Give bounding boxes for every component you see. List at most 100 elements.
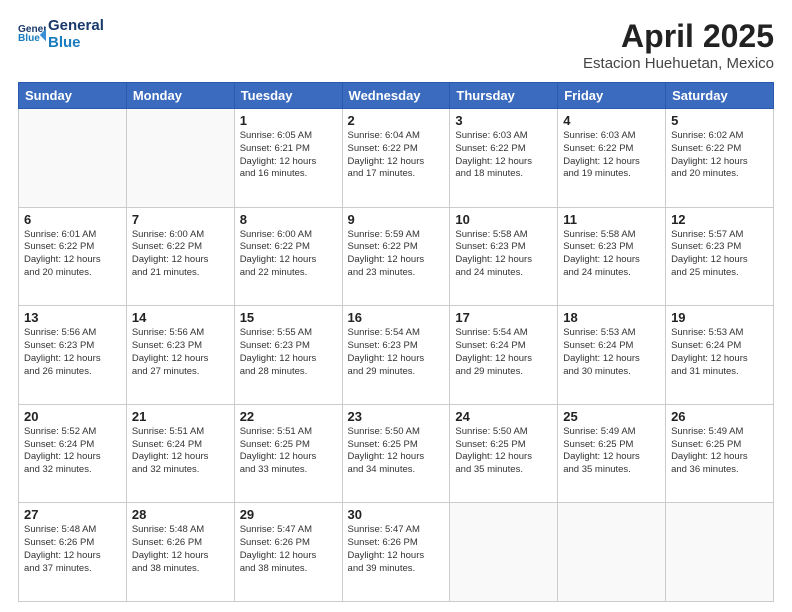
- col-header-wednesday: Wednesday: [342, 83, 450, 109]
- cell-info: Sunrise: 5:59 AM Sunset: 6:22 PM Dayligh…: [348, 229, 445, 280]
- calendar-table: SundayMondayTuesdayWednesdayThursdayFrid…: [18, 82, 774, 602]
- day-number: 19: [671, 310, 768, 325]
- cell-info: Sunrise: 6:04 AM Sunset: 6:22 PM Dayligh…: [348, 130, 445, 181]
- calendar-cell: [126, 109, 234, 208]
- cell-info: Sunrise: 5:50 AM Sunset: 6:25 PM Dayligh…: [455, 426, 552, 477]
- calendar-cell: 5Sunrise: 6:02 AM Sunset: 6:22 PM Daylig…: [666, 109, 774, 208]
- day-number: 6: [24, 212, 121, 227]
- calendar-cell: 8 Sunrise: 6:00 AM Sunset: 6:22 PM Daylig…: [234, 207, 342, 306]
- calendar-cell: 16 Sunrise: 5:54 AM Sunset: 6:23 PM Dayli…: [342, 306, 450, 405]
- calendar-week-row: 27 Sunrise: 5:48 AM Sunset: 6:26 PM Dayli…: [19, 503, 774, 602]
- calendar-cell: 26Sunrise: 5:49 AM Sunset: 6:25 PM Dayli…: [666, 404, 774, 503]
- calendar-cell: 24 Sunrise: 5:50 AM Sunset: 6:25 PM Dayli…: [450, 404, 558, 503]
- calendar-header-row: SundayMondayTuesdayWednesdayThursdayFrid…: [19, 83, 774, 109]
- svg-text:Blue: Blue: [18, 33, 40, 44]
- page: General Blue General Blue April 2025 Est…: [0, 0, 792, 612]
- calendar-cell: 10 Sunrise: 5:58 AM Sunset: 6:23 PM Dayli…: [450, 207, 558, 306]
- calendar-cell: 1Sunrise: 6:05 AM Sunset: 6:21 PM Daylig…: [234, 109, 342, 208]
- cell-info: Sunrise: 5:48 AM Sunset: 6:26 PM Dayligh…: [24, 524, 121, 575]
- day-number: 7: [132, 212, 229, 227]
- day-number: 29: [240, 507, 337, 522]
- col-header-thursday: Thursday: [450, 83, 558, 109]
- day-number: 13: [24, 310, 121, 325]
- cell-info: Sunrise: 5:54 AM Sunset: 6:23 PM Dayligh…: [348, 327, 445, 378]
- cell-info: Sunrise: 5:56 AM Sunset: 6:23 PM Dayligh…: [132, 327, 229, 378]
- cell-info: Sunrise: 5:53 AM Sunset: 6:24 PM Dayligh…: [563, 327, 660, 378]
- calendar-cell: 14 Sunrise: 5:56 AM Sunset: 6:23 PM Dayli…: [126, 306, 234, 405]
- cell-info: Sunrise: 5:55 AM Sunset: 6:23 PM Dayligh…: [240, 327, 337, 378]
- col-header-tuesday: Tuesday: [234, 83, 342, 109]
- cell-info: Sunrise: 5:51 AM Sunset: 6:24 PM Dayligh…: [132, 426, 229, 477]
- cell-info: Sunrise: 5:57 AM Sunset: 6:23 PM Dayligh…: [671, 229, 768, 280]
- cell-info: Sunrise: 5:49 AM Sunset: 6:25 PM Dayligh…: [563, 426, 660, 477]
- cell-info: Sunrise: 5:58 AM Sunset: 6:23 PM Dayligh…: [563, 229, 660, 280]
- day-number: 14: [132, 310, 229, 325]
- calendar-cell: 12 Sunrise: 5:57 AM Sunset: 6:23 PM Dayli…: [666, 207, 774, 306]
- cell-info: Sunrise: 5:48 AM Sunset: 6:26 PM Dayligh…: [132, 524, 229, 575]
- day-number: 18: [563, 310, 660, 325]
- day-number: 20: [24, 409, 121, 424]
- day-number: 2: [348, 113, 445, 128]
- cell-info: Sunrise: 6:00 AM Sunset: 6:22 PM Dayligh…: [132, 229, 229, 280]
- day-number: 12: [671, 212, 768, 227]
- cell-info: Sunrise: 6:00 AM Sunset: 6:22 PM Dayligh…: [240, 229, 337, 280]
- day-number: 28: [132, 507, 229, 522]
- calendar-cell: 30 Sunrise: 5:47 AM Sunset: 6:26 PM Dayli…: [342, 503, 450, 602]
- calendar-cell: 19 Sunrise: 5:53 AM Sunset: 6:24 PM Dayli…: [666, 306, 774, 405]
- calendar-cell: [450, 503, 558, 602]
- month-title: April 2025: [583, 18, 774, 55]
- cell-info: Sunrise: 5:50 AM Sunset: 6:25 PM Dayligh…: [348, 426, 445, 477]
- col-header-sunday: Sunday: [19, 83, 127, 109]
- calendar-cell: [558, 503, 666, 602]
- cell-info: Sunrise: 5:51 AM Sunset: 6:25 PM Dayligh…: [240, 426, 337, 477]
- calendar-cell: 20 Sunrise: 5:52 AM Sunset: 6:24 PM Dayli…: [19, 404, 127, 503]
- calendar-cell: 22 Sunrise: 5:51 AM Sunset: 6:25 PM Dayli…: [234, 404, 342, 503]
- day-number: 16: [348, 310, 445, 325]
- col-header-friday: Friday: [558, 83, 666, 109]
- calendar-cell: 18 Sunrise: 5:53 AM Sunset: 6:24 PM Dayli…: [558, 306, 666, 405]
- calendar-week-row: 13 Sunrise: 5:56 AM Sunset: 6:23 PM Dayli…: [19, 306, 774, 405]
- day-number: 3: [455, 113, 552, 128]
- cell-info: Sunrise: 5:56 AM Sunset: 6:23 PM Dayligh…: [24, 327, 121, 378]
- calendar-cell: 2 Sunrise: 6:04 AM Sunset: 6:22 PM Daylig…: [342, 109, 450, 208]
- cell-info: Sunrise: 5:52 AM Sunset: 6:24 PM Dayligh…: [24, 426, 121, 477]
- day-number: 24: [455, 409, 552, 424]
- calendar-cell: 27 Sunrise: 5:48 AM Sunset: 6:26 PM Dayli…: [19, 503, 127, 602]
- logo-blue: Blue: [48, 35, 104, 52]
- calendar-cell: 11 Sunrise: 5:58 AM Sunset: 6:23 PM Dayli…: [558, 207, 666, 306]
- day-number: 10: [455, 212, 552, 227]
- day-number: 15: [240, 310, 337, 325]
- cell-info: Sunrise: 5:58 AM Sunset: 6:23 PM Dayligh…: [455, 229, 552, 280]
- day-number: 30: [348, 507, 445, 522]
- calendar-cell: 4 Sunrise: 6:03 AM Sunset: 6:22 PM Daylig…: [558, 109, 666, 208]
- day-number: 23: [348, 409, 445, 424]
- day-number: 8: [240, 212, 337, 227]
- day-number: 17: [455, 310, 552, 325]
- day-number: 22: [240, 409, 337, 424]
- day-number: 4: [563, 113, 660, 128]
- cell-info: Sunrise: 6:01 AM Sunset: 6:22 PM Dayligh…: [24, 229, 121, 280]
- calendar-week-row: 6 Sunrise: 6:01 AM Sunset: 6:22 PM Daylig…: [19, 207, 774, 306]
- cell-info: Sunrise: 5:47 AM Sunset: 6:26 PM Dayligh…: [240, 524, 337, 575]
- location: Estacion Huehuetan, Mexico: [583, 55, 774, 72]
- calendar-week-row: 20 Sunrise: 5:52 AM Sunset: 6:24 PM Dayli…: [19, 404, 774, 503]
- cell-info: Sunrise: 6:03 AM Sunset: 6:22 PM Dayligh…: [563, 130, 660, 181]
- logo: General Blue General Blue: [18, 18, 104, 51]
- calendar-cell: 25 Sunrise: 5:49 AM Sunset: 6:25 PM Dayli…: [558, 404, 666, 503]
- calendar-cell: 7 Sunrise: 6:00 AM Sunset: 6:22 PM Daylig…: [126, 207, 234, 306]
- day-number: 27: [24, 507, 121, 522]
- day-number: 25: [563, 409, 660, 424]
- day-number: 9: [348, 212, 445, 227]
- calendar-cell: 13 Sunrise: 5:56 AM Sunset: 6:23 PM Dayli…: [19, 306, 127, 405]
- calendar-cell: 3Sunrise: 6:03 AM Sunset: 6:22 PM Daylig…: [450, 109, 558, 208]
- cell-info: Sunrise: 5:53 AM Sunset: 6:24 PM Dayligh…: [671, 327, 768, 378]
- day-number: 26: [671, 409, 768, 424]
- day-number: 11: [563, 212, 660, 227]
- header: General Blue General Blue April 2025 Est…: [18, 18, 774, 72]
- calendar-cell: [19, 109, 127, 208]
- col-header-monday: Monday: [126, 83, 234, 109]
- day-number: 5: [671, 113, 768, 128]
- calendar-cell: 17Sunrise: 5:54 AM Sunset: 6:24 PM Dayli…: [450, 306, 558, 405]
- calendar-cell: 23 Sunrise: 5:50 AM Sunset: 6:25 PM Dayli…: [342, 404, 450, 503]
- cell-info: Sunrise: 5:47 AM Sunset: 6:26 PM Dayligh…: [348, 524, 445, 575]
